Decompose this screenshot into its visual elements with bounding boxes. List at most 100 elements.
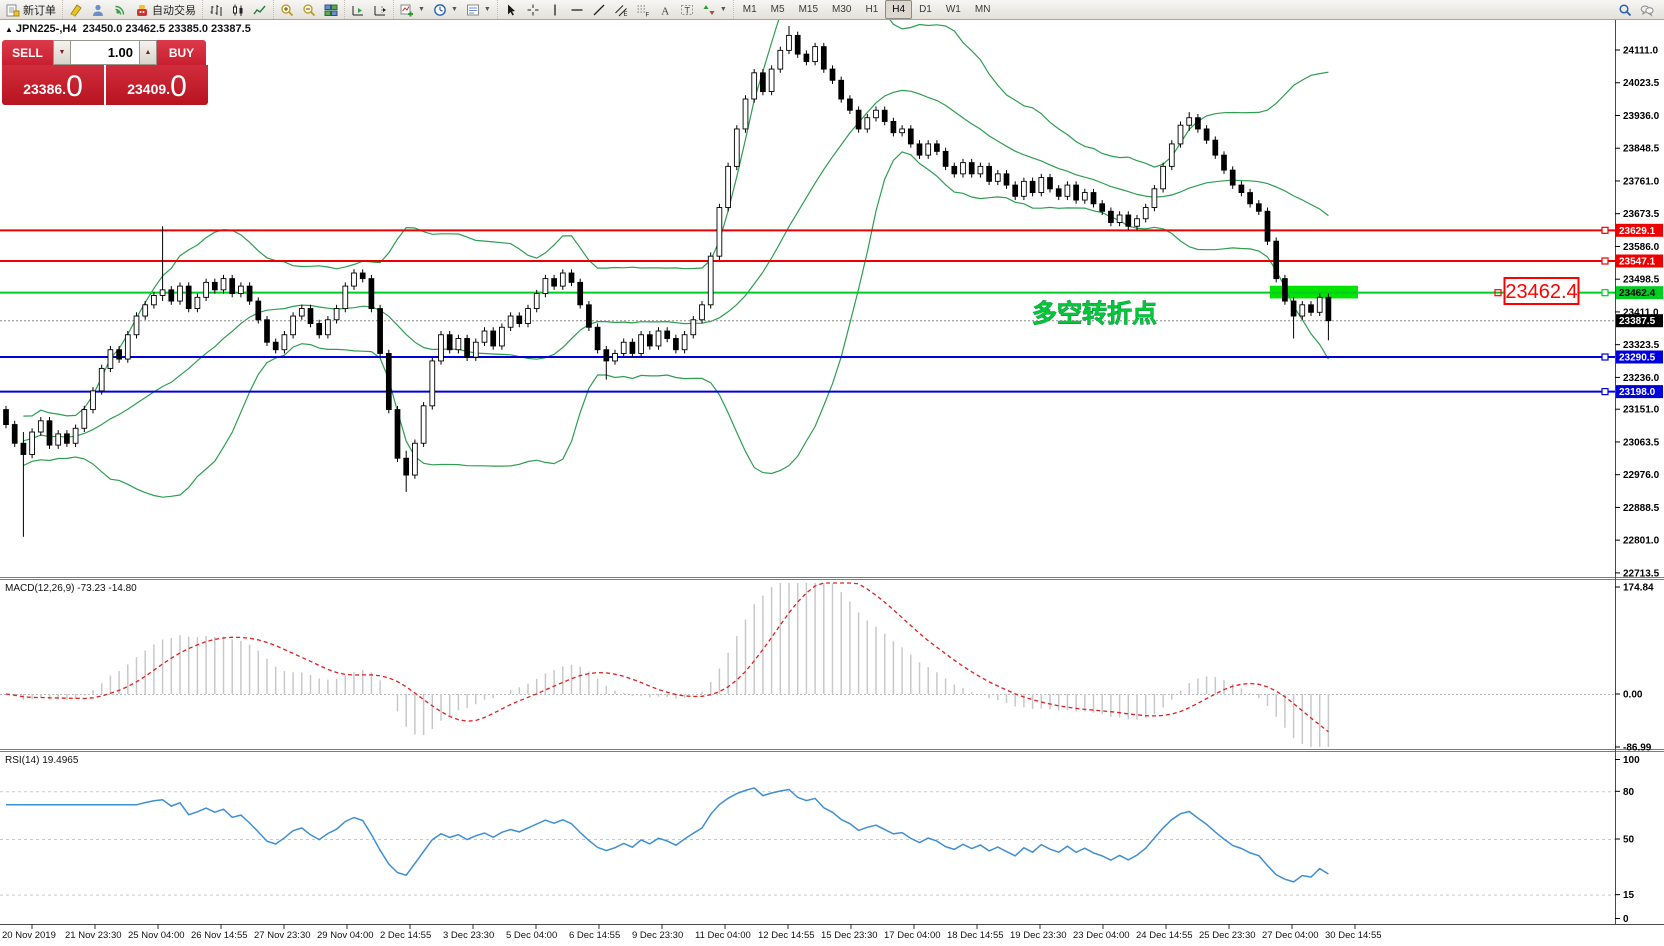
text-button[interactable]: A [654,0,676,20]
profiles-button[interactable] [87,0,109,20]
axis-label-23462.4: 23462.4 [1616,286,1663,299]
auto-scroll-icon [351,3,365,17]
buy-button[interactable]: BUY [157,40,206,65]
price-callout-label[interactable]: 23462.4 [1495,278,1579,304]
search-button[interactable] [1614,0,1636,20]
axis-label-23290.5: 23290.5 [1616,351,1663,364]
buy-price-display[interactable]: 23409.0 [106,65,208,105]
auto-scroll-button[interactable] [347,0,369,20]
svg-text:E: E [623,12,627,17]
arrows-button[interactable]: ▼ [698,0,731,20]
volume-decrease-button[interactable]: ▼ [53,40,71,65]
tab-timeframe-mn[interactable]: MN [968,0,998,19]
trendline-icon [592,3,606,17]
chevron-down-icon[interactable]: ▼ [484,6,491,13]
chat-icon [1640,3,1654,17]
chevron-down-icon[interactable]: ▼ [418,6,425,13]
chevron-down-icon[interactable]: ▼ [720,6,727,13]
svg-text:F: F [645,12,649,17]
indicators-icon [400,3,414,17]
toolbar-group [344,0,393,19]
templates-button[interactable]: ▼ [462,0,495,20]
svg-text:22976.0: 22976.0 [1623,470,1660,481]
line-chart-icon [253,3,267,17]
text-icon: A [658,3,672,17]
hline-anchor[interactable] [1602,258,1608,264]
svg-text:23673.5: 23673.5 [1623,209,1660,220]
tile-windows-button[interactable] [320,0,342,20]
svg-text:21 Nov 23:30: 21 Nov 23:30 [65,930,122,941]
svg-text:23848.5: 23848.5 [1623,144,1660,155]
sell-price-display[interactable]: 23386.0 [2,65,104,105]
svg-text:23547.1: 23547.1 [1619,256,1656,267]
tab-timeframe-m1[interactable]: M1 [736,0,764,19]
zoom-out-button[interactable] [298,0,320,20]
vertical-line-icon [548,3,562,17]
candle-chart-button[interactable] [227,0,249,20]
svg-text:23198.0: 23198.0 [1619,387,1656,398]
volume-input[interactable]: 1.00 [71,40,139,65]
svg-text:24111.0: 24111.0 [1623,46,1658,57]
svg-text:-86.99: -86.99 [1623,743,1652,754]
annotation-text[interactable]: 多空转折点 [1032,299,1157,328]
svg-text:18 Dec 14:55: 18 Dec 14:55 [947,930,1004,941]
svg-text:0: 0 [1623,914,1629,925]
axis-label-23198.0: 23198.0 [1616,385,1663,398]
svg-text:23462.4: 23462.4 [1505,281,1577,303]
cursor-button[interactable] [500,0,522,20]
fibonacci-button[interactable]: F [632,0,654,20]
hline-anchor[interactable] [1602,227,1608,233]
chat-button[interactable] [1636,0,1658,20]
autotrading-button[interactable]: 自动交易 [131,0,200,20]
toolbar-group [202,0,273,19]
svg-text:23936.0: 23936.0 [1623,111,1660,122]
equidistant-channel-button[interactable]: E [610,0,632,20]
tab-timeframe-m30[interactable]: M30 [825,0,858,19]
svg-text:24023.5: 24023.5 [1623,78,1660,89]
vertical-line-button[interactable] [544,0,566,20]
chart-shift-button[interactable] [369,0,391,20]
text-label-button[interactable]: T [676,0,698,20]
crosshair-button[interactable] [522,0,544,20]
svg-text:23498.5: 23498.5 [1623,275,1660,286]
tab-timeframe-d1[interactable]: D1 [912,0,939,19]
line-chart-button[interactable] [249,0,271,20]
signals-button[interactable] [109,0,131,20]
collapse-panel-icon[interactable]: ▲ [5,25,13,34]
svg-text:12 Dec 14:55: 12 Dec 14:55 [758,930,815,941]
sell-button[interactable]: SELL [2,40,53,65]
svg-text:30 Dec 14:55: 30 Dec 14:55 [1325,930,1382,941]
tab-timeframe-h1[interactable]: H1 [858,0,885,19]
chart-symbol-title: ▲JPN225-,H4 23450.0 23462.5 23385.0 2338… [5,23,251,35]
hline-anchor[interactable] [1602,290,1608,296]
chevron-down-icon[interactable]: ▼ [451,6,458,13]
toolbar-button-label: 新订单 [23,2,56,18]
toolbar-group: ▼ ▼ ▼ [393,0,497,19]
volume-increase-button[interactable]: ▲ [139,40,157,65]
hline-anchor[interactable] [1602,354,1608,360]
zoom-in-button[interactable] [276,0,298,20]
crosshair-icon [526,3,540,17]
tab-timeframe-m15[interactable]: M15 [792,0,825,19]
new-order-button[interactable]: 新订单 [2,0,60,20]
bar-chart-button[interactable] [205,0,227,20]
svg-text:27 Dec 04:00: 27 Dec 04:00 [1262,930,1319,941]
macd-indicator-label: MACD(12,26,9) -73.23 -14.80 [5,583,137,594]
horizontal-line-button[interactable] [566,0,588,20]
hline-anchor[interactable] [1602,389,1608,395]
highlighter-button[interactable] [65,0,87,20]
indicators-button[interactable]: ▼ [396,0,429,20]
svg-text:23586.0: 23586.0 [1623,242,1660,253]
tab-timeframe-m5[interactable]: M5 [764,0,792,19]
svg-text:15 Dec 23:30: 15 Dec 23:30 [821,930,878,941]
equidistant-channel-icon: E [614,3,628,17]
tab-timeframe-h4[interactable]: H4 [885,0,912,19]
main-toolbar: 新订单 自动交易 ▼ ▼ ▼ E F AT ▼ M1M5M15M30H1H4D1W1MN [0,0,1664,20]
trendline-button[interactable] [588,0,610,20]
svg-text:50: 50 [1623,835,1635,846]
svg-text:A: A [661,5,669,17]
periods-button[interactable]: ▼ [429,0,462,20]
tile-windows-icon [324,3,338,17]
svg-text:23290.5: 23290.5 [1619,353,1656,364]
tab-timeframe-w1[interactable]: W1 [939,0,968,19]
